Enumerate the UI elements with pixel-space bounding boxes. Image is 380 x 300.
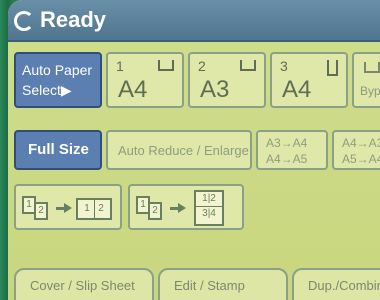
- tray-number-2: 2: [198, 58, 206, 74]
- combined-page-1: 1: [202, 193, 208, 204]
- tab-edit-stamp-label: Edit / Stamp: [174, 278, 245, 293]
- tab-edit-stamp[interactable]: Edit / Stamp: [158, 268, 288, 300]
- combine-4-to-1-button[interactable]: 1 2 1|2 3|4: [128, 184, 244, 230]
- paper-tray-3-button[interactable]: 3 A4: [270, 52, 348, 108]
- enlarge-a4-a3-button[interactable]: A4→A3 A5→A4: [332, 130, 380, 170]
- paper-tray-2-button[interactable]: 2 A3: [188, 52, 266, 108]
- auto-paper-line2: Select▶: [22, 82, 72, 98]
- tab-cover-slip-sheet-label: Cover / Slip Sheet: [30, 278, 135, 293]
- tab-cover-slip-sheet[interactable]: Cover / Slip Sheet: [14, 268, 154, 300]
- status-indicator: Ready: [14, 4, 106, 36]
- arrow-right-icon: [170, 203, 186, 213]
- status-title: Ready: [40, 7, 107, 32]
- source-page-2: 2: [148, 202, 162, 220]
- combined-page-1: 1: [84, 203, 90, 214]
- tab-dup-combine-label: Dup./Combine: [308, 278, 380, 293]
- portrait-tray-icon: [327, 60, 338, 76]
- combined-page-icon: 1|2 3|4: [194, 190, 224, 226]
- bypass-tray-icon: [364, 62, 380, 73]
- auto-reduce-enlarge-button[interactable]: Auto Reduce / Enlarge: [106, 130, 252, 170]
- ratio1-line2: A4→A5: [266, 152, 308, 166]
- full-size-label: Full Size: [28, 141, 89, 158]
- auto-paper-select-button[interactable]: Auto Paper Select▶: [14, 52, 102, 108]
- combined-page-2: 2: [93, 200, 108, 218]
- combined-page-4: 4: [210, 208, 216, 219]
- copy-settings-panel: Auto Paper Select▶ 1 A4 2 A3 3 A4 Bypass…: [10, 46, 380, 246]
- tray-icon: [158, 60, 174, 71]
- function-tabs: Cover / Slip Sheet Edit / Stamp Dup./Com…: [8, 262, 380, 300]
- combine-2-to-1-button[interactable]: 1 2 12: [14, 184, 122, 230]
- arrow-right-icon: [56, 203, 72, 213]
- combined-pages-bottom: 3|4: [196, 206, 222, 221]
- paper-tray-1-button[interactable]: 1 A4: [106, 52, 184, 108]
- tray-number-1: 1: [116, 58, 124, 74]
- combined-page-2: 2: [210, 193, 216, 204]
- bypass-tray-button[interactable]: Bypass: [352, 52, 380, 108]
- tray-size-2: A3: [200, 76, 230, 103]
- ratio2-line2: A5→A4: [342, 152, 380, 166]
- touch-screen: Ready Auto Paper Select▶ 1 A4 2 A3 3 A4 …: [8, 0, 380, 300]
- combined-pages-top: 1|2: [202, 193, 216, 204]
- tab-dup-combine[interactable]: Dup./Combine: [292, 268, 380, 300]
- auto-reduce-enlarge-label: Auto Reduce / Enlarge: [118, 143, 249, 158]
- full-size-button[interactable]: Full Size: [14, 130, 102, 170]
- auto-paper-line1: Auto Paper: [22, 62, 93, 78]
- combined-page-3: 3: [202, 208, 208, 219]
- ratio2-line1: A4→A3: [342, 136, 380, 150]
- ratio1-line1: A3→A4: [266, 136, 308, 150]
- reduce-a3-a4-button[interactable]: A3→A4 A4→A5: [256, 130, 328, 170]
- tray-size-1: A4: [118, 76, 148, 103]
- tray-number-3: 3: [280, 58, 288, 74]
- combined-page-icon: 12: [76, 198, 112, 220]
- tray-size-3: A4: [282, 76, 312, 103]
- source-page-2: 2: [34, 202, 48, 220]
- bypass-label: Bypass: [360, 84, 380, 98]
- status-bar: Ready: [8, 0, 380, 42]
- power-icon: [14, 11, 34, 31]
- tray-icon: [240, 60, 256, 71]
